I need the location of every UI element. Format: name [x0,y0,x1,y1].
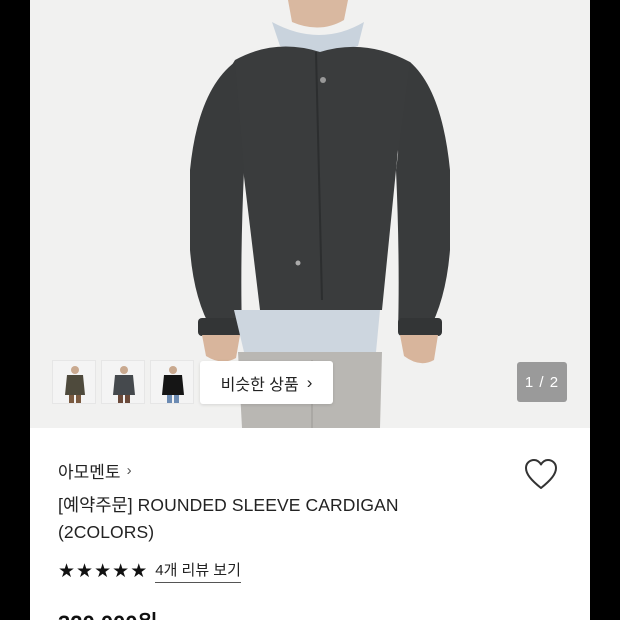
rating-row: ★ ★ ★ ★ ★ 4개 리뷰 보기 [58,559,241,583]
star-icon: ★ [112,560,130,582]
star-icon: ★ [76,560,94,582]
heart-outline-icon [525,459,557,489]
star-icon: ★ [58,560,76,582]
image-pager: 1 / 2 [517,362,567,402]
thumbnail-strip [52,360,194,404]
thumbnail-olive[interactable] [52,360,96,404]
wishlist-heart-icon[interactable] [523,457,559,491]
thumbnail-black[interactable] [150,360,194,404]
similar-products-button[interactable]: 비슷한 상품 › [200,361,333,404]
thumbnail-charcoal[interactable] [101,360,145,404]
star-icon: ★ [94,560,112,582]
product-screen: 비슷한 상품 › 1 / 2 아모멘토 › [예약주문] ROUNDED SLE… [30,0,590,620]
product-main-image[interactable]: 비슷한 상품 › 1 / 2 [30,0,590,428]
product-title-line2: (2COLORS) [58,522,155,542]
star-rating: ★ ★ ★ ★ ★ [58,562,147,581]
thumbnail-olive-image [65,366,85,403]
chevron-right-icon: › [306,372,313,392]
thumbnail-black-image [162,366,184,403]
chevron-right-icon: › [126,462,132,479]
product-title-line1: [예약주문] ROUNDED SLEEVE CARDIGAN [58,495,399,515]
product-price: 320,000원 [58,606,158,620]
brand-name: 아모멘토 [58,463,121,482]
thumbnail-charcoal-image [113,366,135,403]
brand-link[interactable]: 아모멘토 › [58,458,132,483]
similar-products-label: 비슷한 상품 [220,376,299,394]
product-title: [예약주문] ROUNDED SLEEVE CARDIGAN (2COLORS) [58,492,478,546]
view-reviews-link[interactable]: 4개 리뷰 보기 [155,559,241,583]
star-icon: ★ [130,560,148,582]
